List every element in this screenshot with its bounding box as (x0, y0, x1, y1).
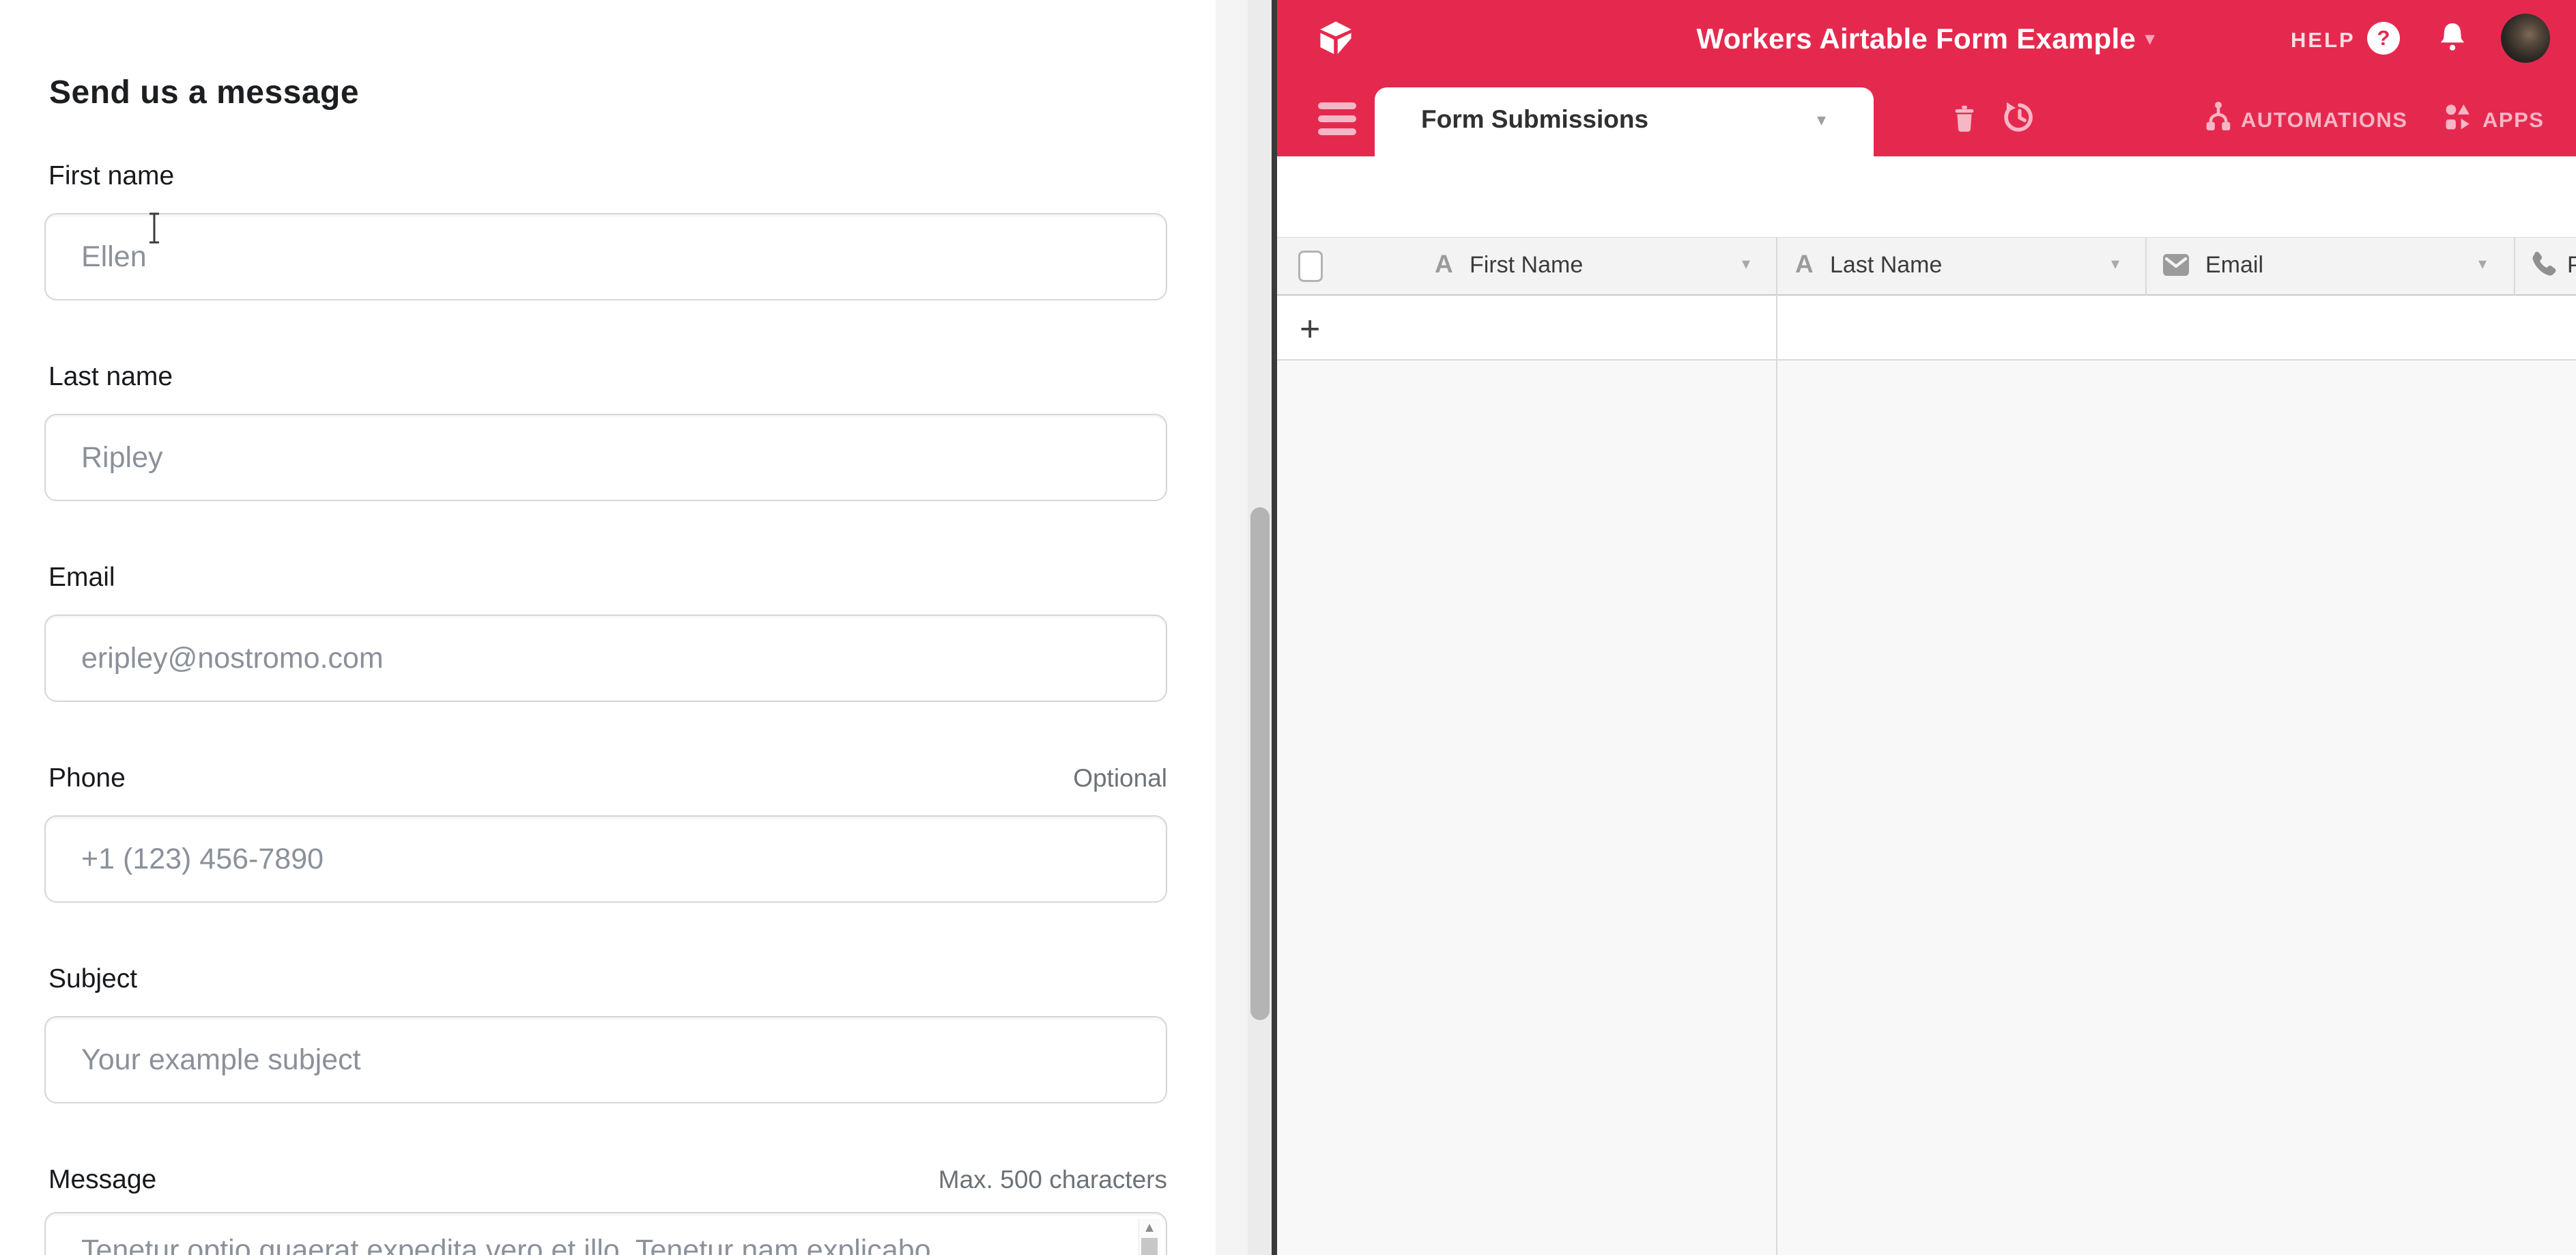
phone-label: Phone (44, 763, 126, 793)
message-label: Message (44, 1165, 156, 1195)
scroll-up-arrow-icon[interactable]: ▲ (1139, 1220, 1160, 1236)
message-label-row: Message Max. 500 characters (44, 1165, 1167, 1195)
phone-label-row: Phone Optional (44, 763, 1167, 793)
column-header-first-name[interactable]: First Name (1470, 252, 1583, 279)
avatar[interactable] (2501, 14, 2550, 63)
text-icon: A (1435, 250, 1453, 279)
window-divider (1272, 0, 1277, 1255)
automations-icon[interactable] (2200, 98, 2237, 140)
phone-icon (2524, 247, 2558, 286)
notifications-bell-icon[interactable] (2435, 19, 2470, 61)
first-name-label: First name (44, 161, 174, 191)
subject-input[interactable] (44, 1016, 1167, 1103)
select-all-checkbox[interactable] (1298, 251, 1323, 282)
airtable-panel: Workers Airtable Form Example▾ HELP ? (1277, 0, 2576, 1255)
email-icon (2160, 249, 2192, 285)
last-name-input[interactable] (44, 414, 1167, 501)
history-icon[interactable] (2002, 100, 2037, 139)
phone-optional-note: Optional (1073, 764, 1167, 793)
frozen-column-divider[interactable] (1776, 237, 1777, 1255)
automations-button[interactable]: AUTOMATIONS (2241, 108, 2407, 132)
email-label: Email (44, 563, 115, 593)
grid-empty-body (1277, 361, 2576, 1255)
page-scrollbar-gutter (1216, 0, 1248, 1255)
apps-button[interactable]: APPS (2482, 108, 2544, 132)
apps-icon[interactable] (2439, 99, 2475, 139)
tab-label: Form Submissions (1421, 105, 1648, 134)
ibeam-cursor (146, 212, 162, 248)
email-input[interactable] (44, 615, 1167, 702)
add-row-plus-icon[interactable]: + (1300, 309, 1320, 350)
message-max-chars-note: Max. 500 characters (939, 1166, 1167, 1194)
phone-input[interactable] (44, 815, 1167, 903)
airtable-top-bar: Workers Airtable Form Example▾ HELP ? (1277, 0, 2576, 79)
chevron-down-icon[interactable]: ▾ (2111, 254, 2119, 274)
screenshot-root: Send us a message First name Last name E… (0, 0, 2576, 1255)
form-title: Send us a message (49, 74, 359, 111)
first-name-input[interactable] (44, 213, 1167, 300)
contact-form-panel: Send us a message First name Last name E… (0, 0, 1216, 1255)
last-name-label-row: Last name (44, 362, 1167, 392)
message-scrollbar-thumb[interactable] (1141, 1238, 1158, 1255)
last-name-label: Last name (44, 362, 173, 392)
subject-label: Subject (44, 964, 137, 994)
chevron-down-icon: ▾ (2145, 28, 2154, 48)
help-button[interactable]: HELP (2291, 28, 2356, 53)
chevron-down-icon[interactable]: ▾ (1742, 254, 1750, 274)
airtable-logo-icon[interactable] (1313, 16, 1358, 64)
message-inner-scrollbar[interactable]: ▲ (1139, 1219, 1160, 1255)
chevron-down-icon[interactable]: ▾ (1817, 109, 1826, 130)
subject-label-row: Subject (44, 964, 1167, 994)
column-header-last-name[interactable]: Last Name (1830, 252, 1942, 279)
tab-form-submissions[interactable]: Form Submissions ▾ (1375, 87, 1874, 156)
trash-icon[interactable] (1949, 101, 1980, 139)
email-label-row: Email (44, 563, 1167, 593)
add-row[interactable] (1277, 296, 2576, 361)
column-header-email[interactable]: Email (2205, 252, 2263, 279)
message-textarea[interactable] (44, 1212, 1167, 1255)
text-icon: A (1795, 250, 1814, 279)
first-name-label-row: First name (44, 161, 1167, 191)
help-question-icon[interactable]: ? (2367, 22, 2400, 55)
chevron-down-icon[interactable]: ▾ (2478, 254, 2487, 274)
view-toolbar: Grid view (1277, 156, 2576, 237)
column-divider[interactable] (2514, 237, 2515, 296)
base-title[interactable]: Workers Airtable Form Example▾ (1571, 23, 2280, 55)
column-divider[interactable] (2145, 237, 2147, 296)
column-header-phone[interactable]: Phone (2567, 252, 2576, 279)
page-scrollbar-thumb[interactable] (1250, 507, 1270, 1020)
